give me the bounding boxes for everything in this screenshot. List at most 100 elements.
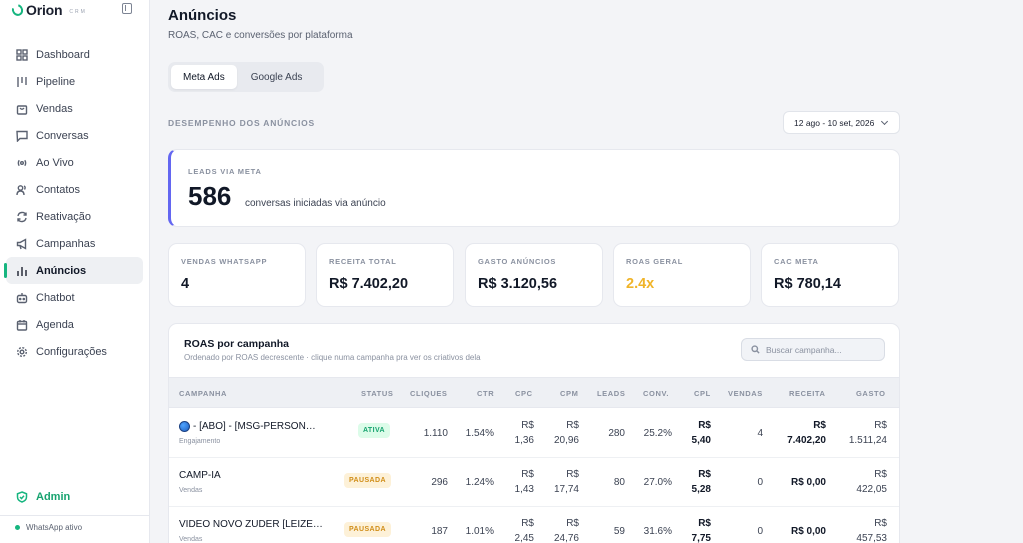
- cell-currency: R$: [874, 469, 887, 480]
- whatsapp-status: WhatsApp ativo: [15, 523, 82, 532]
- table-row[interactable]: VIDEO NOVO ZUDER [LEIZE… Vendas PAUSADA …: [169, 507, 899, 543]
- cell-cpm: R$ 20,96: [554, 418, 579, 448]
- cell-amount: 2,45: [514, 533, 534, 543]
- tab-google-ads[interactable]: Google Ads: [239, 65, 315, 89]
- date-range-picker[interactable]: 12 ago - 10 set, 2026: [783, 111, 900, 134]
- kpi-label: CAC META: [774, 257, 819, 266]
- cell-leads: 80: [613, 477, 625, 488]
- cell-amount: 457,53: [856, 533, 887, 543]
- col-cpl[interactable]: CPL: [694, 389, 711, 398]
- kpi-label: ROAS GERAL: [626, 257, 684, 266]
- sidebar-item-configuracoes[interactable]: Configurações: [6, 338, 143, 365]
- search-input[interactable]: [766, 344, 876, 355]
- kpi-value: R$ 7.402,20: [329, 276, 409, 292]
- kpi-label: GASTO ANÚNCIOS: [478, 257, 557, 266]
- bag-icon: [16, 103, 28, 115]
- cell-currency: R$: [874, 518, 887, 529]
- table-row[interactable]: - [ABO] - [MSG-PERSON… Engajamento ATIVA…: [169, 409, 899, 458]
- table-row[interactable]: CAMP-IA Vendas PAUSADA 296 1.24% R$ 1,43 …: [169, 458, 899, 507]
- cell-amount: 7.402,20: [787, 435, 826, 446]
- sidebar-collapse-icon[interactable]: [122, 3, 132, 14]
- cell-amount: 422,05: [856, 484, 887, 495]
- sidebar-item-agenda[interactable]: Agenda: [6, 311, 143, 338]
- status-badge: PAUSADA: [344, 522, 391, 537]
- shield-icon: [16, 491, 28, 503]
- sidebar-item-conversas[interactable]: Conversas: [6, 122, 143, 149]
- cell-currency: R$: [813, 420, 826, 431]
- cell-cliques: 187: [431, 526, 448, 537]
- cell-amount: 17,74: [553, 484, 579, 495]
- status-badge: ATIVA: [358, 423, 390, 438]
- cell-currency: R$: [521, 518, 534, 529]
- sidebar-item-vendas[interactable]: Vendas: [6, 95, 143, 122]
- sidebar-item-anuncios[interactable]: Anúncios: [4, 257, 143, 284]
- cell-receita: R$ 7.402,20: [787, 418, 826, 448]
- sidebar-item-label: Anúncios: [36, 264, 87, 277]
- campaign-name-text: VIDEO NOVO ZUDER [LEIZE…: [179, 519, 323, 530]
- campaign-name: CAMP-IA: [179, 470, 221, 481]
- sidebar-item-reativacao[interactable]: Reativação: [6, 203, 143, 230]
- sidebar-item-label: Configurações: [36, 345, 107, 358]
- sidebar-item-campanhas[interactable]: Campanhas: [6, 230, 143, 257]
- cell-conv: 27.0%: [643, 477, 672, 488]
- campaign-objective: Vendas: [179, 536, 203, 543]
- users-icon: [16, 184, 28, 196]
- sidebar-item-contatos[interactable]: Contatos: [6, 176, 143, 203]
- cell-cpl: R$ 7,75: [692, 516, 711, 543]
- kpi-value: 4: [181, 276, 190, 292]
- cell-gasto: R$ 1.511,24: [849, 418, 887, 448]
- col-ctr[interactable]: CTR: [477, 389, 494, 398]
- col-cliques[interactable]: CLIQUES: [410, 389, 448, 398]
- campaign-search: [741, 338, 885, 361]
- col-status[interactable]: STATUS: [361, 389, 394, 398]
- table-subtitle: Ordenado por ROAS decrescente · clique n…: [184, 353, 481, 362]
- cell-currency: R$: [566, 420, 579, 431]
- cell-cliques: 296: [431, 477, 448, 488]
- megaphone-icon: [16, 237, 28, 250]
- tab-meta-ads[interactable]: Meta Ads: [171, 65, 237, 89]
- kpi-gasto-anuncios: GASTO ANÚNCIOS R$ 3.120,56: [465, 243, 603, 307]
- kpi-label: VENDAS WHATSAPP: [181, 257, 268, 266]
- platform-tabs: Meta Ads Google Ads: [168, 62, 324, 92]
- cell-gasto: R$ 422,05: [856, 467, 887, 497]
- brand-logo[interactable]: Orion CRM: [9, 2, 87, 18]
- cell-cliques: 1.110: [423, 428, 448, 439]
- kpi-label: RECEITA TOTAL: [329, 257, 397, 266]
- cell-receita: R$ 0,00: [790, 526, 826, 537]
- col-cpm[interactable]: CPM: [560, 389, 578, 398]
- col-conv[interactable]: CONV.: [643, 389, 669, 398]
- cell-vendas: 0: [757, 477, 763, 488]
- cell-amount: 1,43: [514, 484, 534, 495]
- col-leads[interactable]: LEADS: [597, 389, 625, 398]
- cell-leads: 280: [608, 428, 625, 439]
- col-receita[interactable]: RECEITA: [789, 389, 826, 398]
- cell-ctr: 1.54%: [465, 428, 494, 439]
- cell-cpc: R$ 1,36: [515, 418, 534, 448]
- admin-link[interactable]: Admin: [16, 491, 70, 503]
- col-cpc[interactable]: CPC: [515, 389, 533, 398]
- campaign-objective: Engajamento: [179, 438, 221, 445]
- campaign-name: VIDEO NOVO ZUDER [LEIZE…: [179, 519, 323, 530]
- sidebar-item-dashboard[interactable]: Dashboard: [6, 41, 143, 68]
- cell-cpl: R$ 5,28: [692, 467, 711, 497]
- col-gasto[interactable]: GASTO: [856, 389, 886, 398]
- leads-label: LEADS VIA META: [188, 167, 262, 176]
- cell-amount: 5,28: [691, 484, 711, 495]
- col-vendas[interactable]: VENDAS: [728, 389, 763, 398]
- grid-icon: [16, 48, 28, 61]
- sidebar-item-label: Chatbot: [36, 291, 75, 304]
- sidebar-item-chatbot[interactable]: Chatbot: [6, 284, 143, 311]
- cell-receita: R$ 0,00: [790, 477, 826, 488]
- cell-currency: R$: [698, 469, 711, 480]
- bar-chart-icon: [16, 265, 28, 277]
- sidebar-item-label: Vendas: [36, 102, 73, 115]
- campaign-name: - [ABO] - [MSG-PERSON…: [179, 421, 316, 432]
- sidebar-item-pipeline[interactable]: Pipeline: [6, 68, 143, 95]
- cell-amount: 1.511,24: [848, 435, 887, 446]
- cell-cpm: R$ 24,76: [554, 516, 579, 543]
- orion-logo-icon: [9, 2, 26, 18]
- sidebar-item-ao-vivo[interactable]: Ao Vivo: [6, 149, 143, 176]
- cell-vendas: 4: [757, 428, 763, 439]
- col-campanha[interactable]: CAMPANHA: [179, 389, 227, 398]
- chat-icon: [16, 130, 28, 142]
